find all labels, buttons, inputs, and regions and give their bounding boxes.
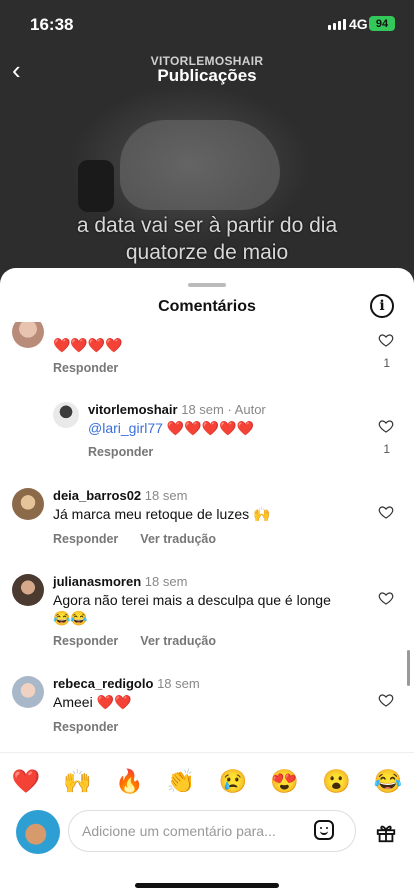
comment-username[interactable]: vitorlemoshair 18 sem · Autor [88,402,266,417]
comment-meta: 18 sem [144,574,188,589]
emoji-button[interactable]: 🙌 [63,768,92,795]
video-caption: a data vai ser à partir do dia quatorze … [0,212,414,266]
comment-text: ❤️❤️❤️❤️ [53,337,123,353]
heart-outline-icon[interactable] [378,590,394,606]
comment-meta: 18 sem [144,488,188,503]
comment-text-line: 😂😂 [53,610,88,626]
avatar[interactable] [53,402,79,428]
gift-icon[interactable] [375,822,397,844]
sheet-title: Comentários [158,298,256,315]
comment-text-line: Agora não terei mais a desculpa que é lo… [53,592,331,608]
comment-composer: Adicione um comentário para... [0,806,414,862]
page-header: ‹ VITORLEMOSHAIR Publicações [0,48,414,94]
scrollbar[interactable] [407,650,410,686]
comment-username[interactable]: julianasmoren 18 sem [53,574,187,589]
home-indicator[interactable] [135,883,279,888]
avatar[interactable] [12,676,44,708]
heart-outline-icon[interactable] [378,504,394,520]
emoji-button[interactable]: 🔥 [115,768,144,795]
comment-actions: Responder Ver tradução [53,634,238,648]
comment-input[interactable]: Adicione um comentário para... [68,810,356,852]
reply-button[interactable]: Responder [53,720,118,734]
comments-list[interactable]: ❤️❤️❤️❤️ Responder 1 vitorlemoshair 18 s… [0,322,414,752]
avatar[interactable] [12,322,44,348]
emoji-button[interactable]: 😢 [219,768,248,795]
mention-link[interactable]: @lari_girl77 [88,420,163,436]
comment-meta: 18 sem · Autor [181,402,266,417]
comment-meta: 18 sem [157,676,200,691]
comment-emoji-text: ❤️❤️❤️❤️❤️ [162,420,254,436]
avatar[interactable] [12,488,44,520]
emoji-button[interactable]: 😂 [374,768,403,795]
watch-image [78,160,114,212]
avatar[interactable] [16,810,60,854]
reply-button[interactable]: Responder [88,445,153,459]
comment-actions: Responder [88,445,175,459]
comment-actions: Responder [53,720,140,734]
comment-actions: Responder Ver tradução [53,532,238,546]
sticker-icon[interactable] [314,820,334,840]
reply-button[interactable]: Responder [53,361,118,375]
comment-actions: Responder [53,361,140,375]
comment-username[interactable]: rebeca_redigolo 18 sem [53,676,200,691]
reply-button[interactable]: Responder [53,532,118,546]
hands-image [120,120,280,210]
like-count: 1 [383,356,390,370]
network-type: 4G [349,16,368,32]
emoji-button[interactable]: ❤️ [12,768,41,795]
info-icon[interactable]: i [370,294,394,318]
like-count: 1 [383,442,390,456]
reply-button[interactable]: Responder [53,634,118,648]
battery-icon: 94 [369,16,395,31]
translate-button[interactable]: Ver tradução [140,634,216,648]
sheet-grab-handle[interactable] [188,283,226,287]
comment-username[interactable]: deia_barros02 18 sem [53,488,187,503]
emoji-button[interactable]: 😮 [322,768,351,795]
comment-text: Ameei ❤️❤️ [53,694,132,710]
translate-button[interactable]: Ver tradução [140,532,216,546]
status-time: 16:38 [30,15,74,34]
signal-icon [328,19,346,30]
caption-line: quatorze de maio [125,241,289,264]
comment-text: Agora não terei mais a desculpa que é lo… [53,591,331,627]
emoji-quick-bar: ❤️ 🙌 🔥 👏 😢 😍 😮 😂 [0,752,414,809]
avatar[interactable] [12,574,44,606]
comment-text: @lari_girl77 ❤️❤️❤️❤️❤️ [88,419,254,437]
comment-text: Já marca meu retoque de luzes 🙌 [53,506,271,522]
emoji-button[interactable]: 👏 [167,768,196,795]
emoji-button[interactable]: 😍 [270,768,299,795]
heart-outline-icon[interactable] [378,692,394,708]
heart-outline-icon[interactable] [378,332,394,348]
page-title: Publicações [157,66,257,85]
heart-outline-icon[interactable] [378,418,394,434]
status-bar: 16:38 4G 94 [0,0,414,48]
caption-line: a data vai ser à partir do dia [76,214,338,237]
